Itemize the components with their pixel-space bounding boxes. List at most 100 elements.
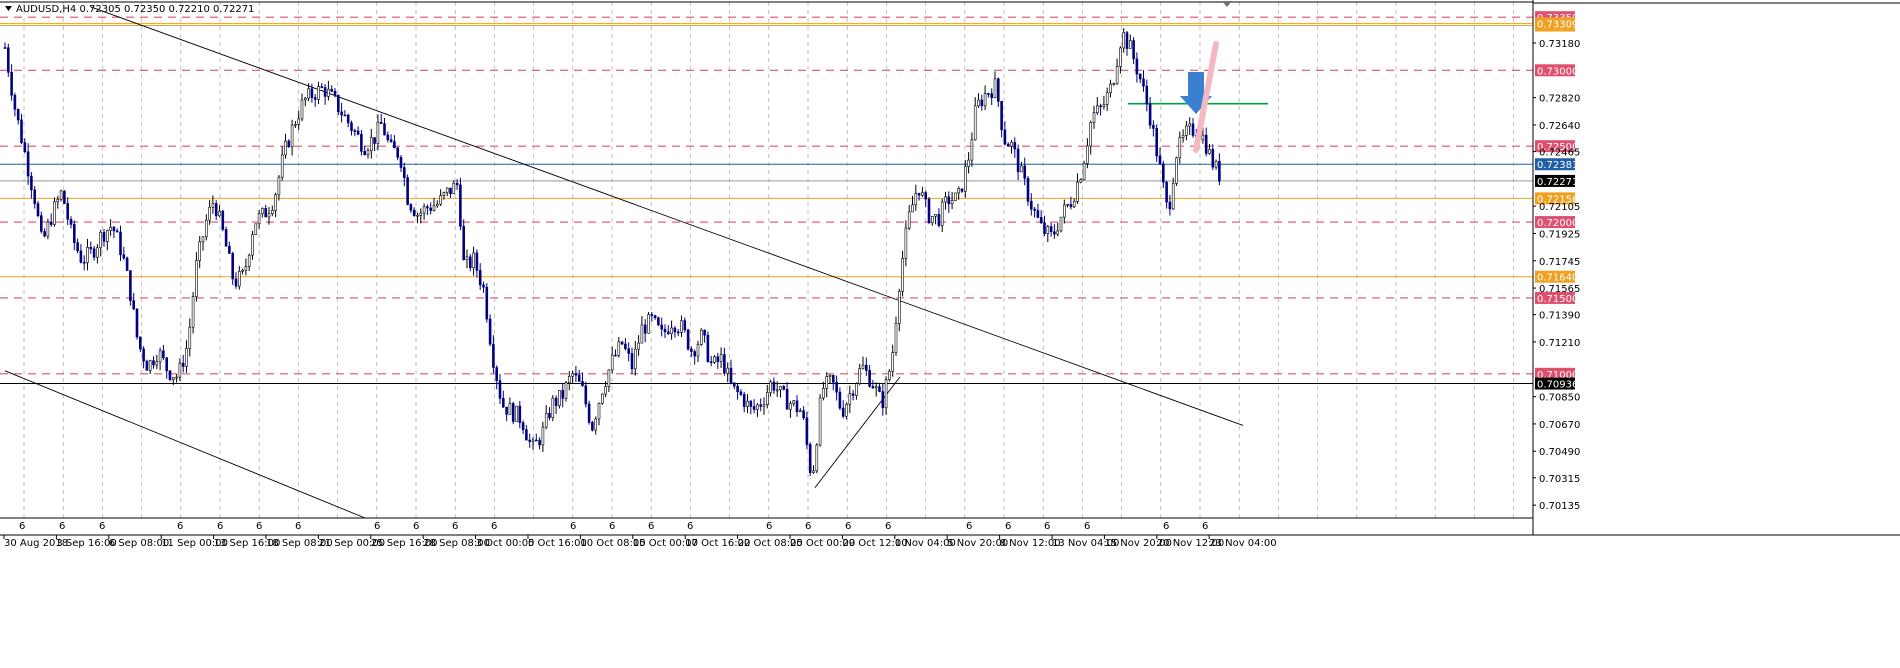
sub-marker-label: 6 (374, 521, 380, 532)
candle-body (30, 175, 33, 191)
candle-body (59, 190, 63, 200)
lower-descending-channel[interactable] (4, 370, 366, 519)
candle-body (818, 397, 822, 446)
y-tick-label: 0.70135 (1539, 501, 1580, 512)
candle-body (1069, 204, 1073, 208)
candle-body (369, 137, 373, 151)
candle-body (244, 266, 248, 271)
price-axis[interactable]: 0.733500.732950.733090.730000.725000.723… (1533, 11, 1580, 512)
candle-body (360, 133, 363, 152)
candle-body (805, 417, 809, 445)
candle-body (1036, 210, 1040, 218)
candle-body (350, 122, 353, 131)
candle-body (792, 400, 796, 404)
candle-body (1010, 142, 1013, 147)
y-tick-label: 0.71390 (1539, 311, 1580, 322)
candle-body (884, 379, 888, 409)
candle-body (723, 354, 726, 374)
candle-body (650, 314, 654, 316)
y-tick-label: 0.72640 (1539, 121, 1580, 132)
candle-body (762, 404, 766, 407)
x-tick-label: 3 Sep 16:00 (56, 538, 116, 549)
sub-marker-label: 6 (1044, 521, 1050, 532)
chart-svg[interactable]: 0.733500.732950.733090.730000.725000.723… (0, 0, 1900, 668)
candle-body (990, 93, 994, 98)
upper-descending-trendline[interactable] (89, 6, 1244, 426)
candle-body (841, 407, 845, 417)
candle-body (930, 215, 934, 224)
candle-body (515, 405, 518, 422)
candle-body (1168, 201, 1172, 210)
candle-body (907, 211, 911, 229)
candle-body (7, 47, 10, 73)
candle-body (241, 269, 244, 272)
candle-body (327, 88, 330, 97)
candle-body (666, 331, 670, 334)
candle-body (89, 246, 93, 250)
candle-body (1171, 183, 1175, 210)
candle-body (1214, 160, 1218, 168)
candle-body (511, 403, 515, 422)
candle-body (307, 88, 310, 99)
candle-body (544, 412, 548, 428)
candle-body (53, 201, 56, 225)
triangle-down-icon[interactable] (5, 6, 12, 11)
candle-body (310, 88, 314, 98)
candle-body (789, 403, 792, 410)
candle-body (904, 227, 908, 259)
candle-body (1099, 105, 1102, 108)
candle-body (541, 426, 545, 446)
candle-body (1096, 105, 1099, 113)
candle-body (191, 296, 195, 328)
candle-body (901, 258, 904, 292)
candle-body (1076, 181, 1079, 202)
candle-body (386, 134, 390, 141)
candle-body (848, 393, 852, 405)
candle-body (320, 86, 324, 88)
candle-body (808, 444, 812, 473)
candle-body (76, 242, 79, 252)
candlestick-plot-area[interactable]: 0.733500.732950.733090.730000.725000.723… (0, 0, 1900, 668)
candle-body (234, 278, 238, 287)
sub-marker-label: 6 (648, 521, 654, 532)
candle-body (505, 406, 508, 415)
candle-body (881, 391, 885, 409)
candle-body (785, 389, 789, 410)
candle-body (336, 94, 340, 113)
candle-body (686, 329, 690, 350)
candle-body (46, 221, 50, 237)
candle-body (1079, 179, 1083, 183)
candle-body (1175, 157, 1178, 184)
candle-body (155, 361, 159, 366)
candle-body (551, 397, 555, 418)
candle-body (449, 187, 452, 195)
candle-body (224, 229, 228, 247)
candle-body (313, 97, 317, 100)
candle-body (683, 320, 687, 331)
sub-marker-label: 6 (805, 521, 811, 532)
candle-body (620, 341, 624, 345)
candle-body (1165, 181, 1168, 203)
candle-body (647, 314, 650, 334)
candle-body (957, 188, 961, 194)
candle-body (835, 381, 838, 393)
y-tick-label: 0.71210 (1539, 338, 1580, 349)
candle-body (402, 167, 406, 178)
candle-body (125, 257, 129, 271)
candle-body (911, 204, 914, 213)
candle-body (1145, 85, 1149, 105)
candle-body (977, 99, 980, 107)
candle-body (33, 189, 37, 204)
candle-body (917, 192, 921, 196)
candle-body (452, 182, 456, 195)
candle-body (261, 208, 264, 215)
candle-body (376, 121, 380, 144)
candle-body (914, 192, 918, 206)
sub-marker-label: 6 (1084, 521, 1090, 532)
candle-body (135, 308, 139, 338)
candle-body (567, 375, 571, 384)
triangle-down-icon[interactable] (1222, 1, 1232, 7)
candle-body (142, 348, 145, 362)
candle-body (1049, 226, 1053, 233)
candle-body (379, 121, 383, 124)
